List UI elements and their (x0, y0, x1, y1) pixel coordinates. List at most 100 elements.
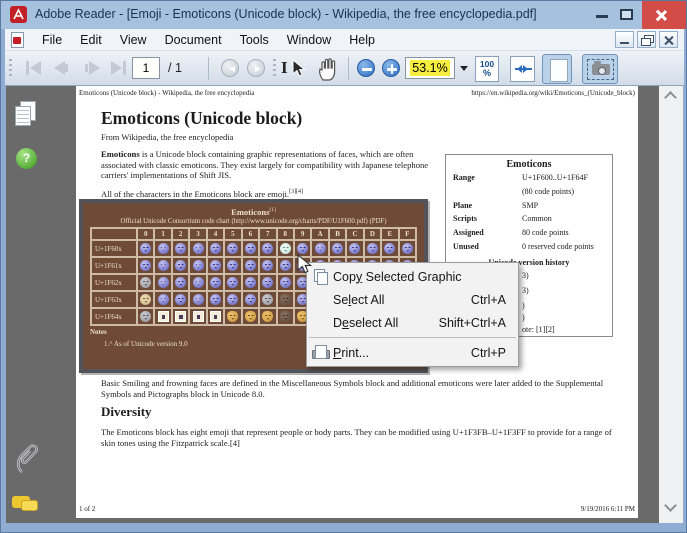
emoji-cell (206, 240, 225, 257)
zoom-level-box[interactable]: 53.1% (405, 57, 455, 79)
infobox-label: Unused (453, 241, 479, 251)
menu-item-shortcut: Ctrl+P (470, 345, 506, 360)
infobox-history-fragment: 3) (522, 271, 529, 280)
actual-size-button[interactable]: 100% (475, 56, 499, 82)
doc-restore-button[interactable] (637, 31, 656, 48)
emoji-glyph (209, 294, 221, 305)
select-tool-button[interactable]: I (281, 57, 309, 81)
camera-icon (592, 61, 610, 75)
menu-window[interactable]: Window (278, 33, 340, 47)
infobox-history-fragment: ote: [1][2] (522, 325, 555, 334)
scroll-up-icon[interactable] (665, 91, 676, 102)
toolbar-grip[interactable] (9, 59, 12, 79)
emoji-cell (241, 274, 260, 291)
context-menu: Copy Selected Graphic Select All Ctrl+A Des… (306, 262, 519, 367)
emoji-cell (154, 240, 172, 257)
menu-edit[interactable]: Edit (71, 33, 111, 47)
doc-close-button[interactable] (659, 31, 678, 48)
column-header-8: 8 (276, 228, 294, 240)
window-close-button[interactable] (642, 1, 686, 29)
emoji-glyph (262, 277, 274, 288)
comments-icon[interactable] (12, 494, 42, 518)
menu-tools[interactable]: Tools (231, 33, 278, 47)
page-number-input[interactable] (132, 57, 160, 79)
window-maximize-button[interactable] (620, 9, 633, 20)
menu-help[interactable]: Help (340, 33, 384, 47)
menu-document[interactable]: Document (156, 33, 231, 47)
emoji-cell (171, 291, 190, 308)
context-menu-item-print-[interactable]: Print... Ctrl+P (307, 341, 518, 364)
zoom-in-button[interactable] (382, 59, 400, 77)
emoji-glyph (401, 243, 413, 254)
emoji-glyph (157, 243, 169, 254)
toolbar-grip[interactable] (273, 59, 276, 79)
pages-panel-icon[interactable] (14, 101, 38, 129)
emoji-cell (189, 240, 207, 257)
emoji-cell (206, 308, 225, 325)
emoji-glyph (244, 243, 256, 254)
infobox-value: SMP (522, 200, 539, 210)
first-page-icon (30, 61, 41, 75)
infobox-history-fragment: ) (522, 301, 525, 310)
column-header-2: 2 (171, 228, 190, 240)
fit-page-button[interactable] (542, 54, 572, 84)
toolbar-separator (208, 57, 209, 80)
emoji-glyph (209, 260, 221, 271)
menu-view[interactable]: View (111, 33, 156, 47)
emoji-glyph (227, 260, 239, 271)
emoji-cell (259, 291, 277, 308)
next-page-button[interactable] (83, 60, 101, 76)
previous-view-button[interactable] (221, 59, 239, 77)
emoji-glyph (192, 277, 204, 288)
zoom-out-button[interactable] (357, 59, 375, 77)
vertical-scrollbar[interactable] (659, 86, 683, 523)
emoji-glyph (175, 294, 187, 305)
help-icon[interactable]: ? (16, 148, 37, 169)
window-minimize-button[interactable] (596, 15, 608, 18)
row-label-u1f62x: U+1F62x (91, 274, 137, 291)
context-menu-item-select-all[interactable]: Select All Ctrl+A (307, 288, 518, 311)
emoji-cell (206, 257, 225, 274)
toolbar-separator (348, 57, 349, 80)
hand-tool-button[interactable] (315, 56, 341, 82)
emoji-cell (224, 240, 242, 257)
next-page-icon (89, 61, 100, 75)
infobox-row: Range U+1F600..U+1F64F (446, 173, 612, 187)
context-menu-item-deselect-all[interactable]: Deselect All Shift+Ctrl+A (307, 311, 518, 334)
menu-file[interactable]: File (33, 33, 71, 47)
zoom-dropdown-caret[interactable] (460, 66, 468, 75)
page-running-header: Emoticons (Unicode block) - Wikipedia, t… (79, 89, 635, 97)
paragraph-intro: Emoticons is a Unicode block containing … (101, 149, 473, 181)
emoji-glyph (262, 294, 274, 305)
last-page-button[interactable] (110, 60, 128, 76)
emoji-cell (189, 291, 207, 308)
snapshot-tool-button[interactable] (582, 54, 618, 84)
next-view-button[interactable] (247, 59, 265, 77)
emoji-glyph (279, 277, 291, 288)
emoji-cell (328, 240, 347, 257)
mouse-cursor (297, 253, 313, 280)
chart-title-ref: [1] (269, 207, 276, 214)
row-label-u1f63x: U+1F63x (91, 291, 137, 308)
context-menu-item-copy-selected-graphic[interactable]: Copy Selected Graphic (307, 265, 518, 288)
window-title: Adobe Reader - [Emoji - Emoticons (Unico… (35, 7, 537, 21)
print-icon (307, 341, 333, 364)
column-header-A: A (311, 228, 329, 240)
emoji-cell (276, 308, 294, 325)
first-page-button[interactable] (25, 60, 43, 76)
fit-width-button[interactable] (510, 56, 535, 82)
infobox-value: 0 reserved code points (522, 241, 594, 251)
chart-subtitle: Official Unicode Consortium code chart (… (120, 218, 387, 225)
previous-page-button[interactable] (53, 60, 71, 76)
column-header-1: 1 (154, 228, 172, 240)
doc-minimize-button[interactable] (615, 31, 634, 48)
emoji-cell (276, 274, 294, 291)
scroll-down-icon[interactable] (665, 501, 676, 512)
infobox-value: Common (522, 214, 552, 224)
attachments-paperclip-icon[interactable] (14, 438, 42, 478)
hand-icon (319, 58, 336, 81)
emoji-glyph (192, 294, 204, 305)
title-bar: Adobe Reader - [Emoji - Emoticons (Unico… (1, 1, 686, 29)
emoji-glyph (140, 277, 152, 288)
emoji-glyph (175, 311, 187, 322)
